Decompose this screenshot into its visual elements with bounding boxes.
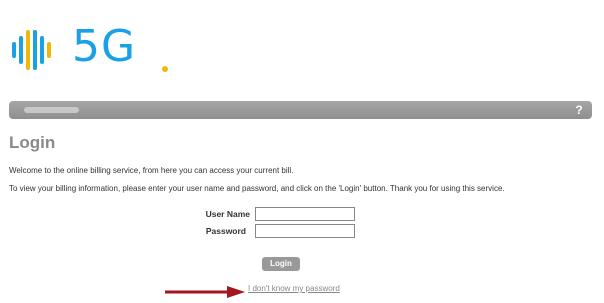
username-label: User Name <box>205 209 250 219</box>
page-title: Login <box>9 133 56 152</box>
password-label: Password <box>205 226 246 236</box>
password-row: Password <box>150 224 246 238</box>
navigation-bar: ? <box>9 101 592 119</box>
logo-text: 5G <box>72 21 137 72</box>
username-row: User Name <box>150 207 250 221</box>
intro-text: Welcome to the online billing service, f… <box>9 166 294 175</box>
username-input[interactable] <box>255 207 355 221</box>
red-arrow-icon <box>165 286 245 298</box>
forgot-password-link[interactable]: I don't know my password <box>248 284 340 293</box>
brand-logo: 5G <box>12 21 192 76</box>
logo-dot <box>162 66 168 72</box>
signal-bars-icon <box>12 29 56 71</box>
instructions-text: To view your billing information, please… <box>9 184 505 193</box>
nav-blurred-item <box>24 107 79 113</box>
login-button[interactable]: Login <box>262 257 300 271</box>
password-input[interactable] <box>255 224 355 238</box>
help-button[interactable]: ? <box>572 103 586 117</box>
